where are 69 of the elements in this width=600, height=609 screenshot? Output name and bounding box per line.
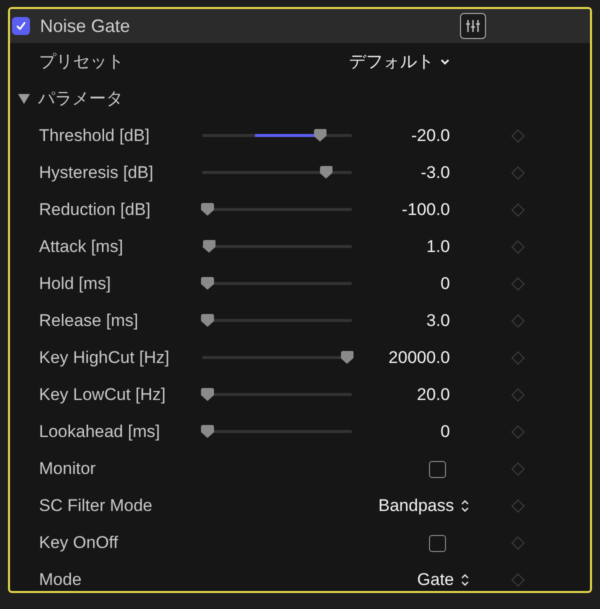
parameter-value[interactable]: -3.0 [420, 162, 450, 183]
preset-label: プリセット [38, 51, 125, 74]
slider-thumb[interactable] [202, 240, 216, 253]
slider[interactable] [202, 314, 352, 328]
chevron-down-icon [440, 58, 450, 66]
keyframe-icon [511, 314, 525, 328]
up-down-chevron-icon [460, 573, 470, 588]
parameters-disclosure[interactable]: パラメータ [10, 87, 123, 110]
slider-thumb[interactable] [320, 166, 332, 179]
keyframe-icon [511, 166, 525, 180]
popup-menu[interactable]: Bandpass [378, 496, 470, 516]
parameter-label: SC Filter Mode [38, 496, 154, 516]
slider-thumb[interactable] [201, 388, 214, 401]
slider[interactable] [202, 202, 352, 217]
keyframe-icon [511, 240, 525, 254]
parameter-label: Attack [ms] [38, 236, 124, 257]
slider[interactable] [202, 388, 352, 402]
preset-dropdown[interactable]: デフォルト [349, 50, 450, 74]
slider[interactable] [202, 166, 352, 180]
keyframe-icon [511, 388, 525, 402]
parameter-value[interactable]: 1.0 [426, 236, 450, 257]
parameter-label: Reduction [dB] [38, 200, 152, 220]
parameter-label: Lookahead [ms] [38, 422, 161, 442]
slider[interactable] [202, 240, 352, 254]
keyframe-icon [511, 276, 525, 291]
parameter-label: Hysteresis [dB] [38, 162, 154, 183]
slider-thumb[interactable] [201, 424, 214, 438]
checkmark-icon [15, 20, 27, 32]
slider[interactable] [202, 276, 352, 291]
slider-thumb[interactable] [201, 314, 214, 327]
keyframe-icon [511, 462, 525, 476]
slider-thumb[interactable] [201, 202, 214, 216]
keyframe-icon [511, 128, 525, 143]
slider[interactable] [202, 350, 352, 365]
slider-thumb[interactable] [314, 128, 326, 142]
parameter-value[interactable]: 3.0 [426, 310, 450, 331]
parameter-label: Hold [ms] [38, 274, 112, 294]
keyframe-icon [511, 573, 525, 588]
checkbox[interactable] [429, 534, 446, 552]
parameter-label: Monitor [38, 459, 97, 480]
popup-menu[interactable]: Gate [417, 570, 470, 590]
parameter-label: Mode [38, 570, 83, 590]
parameter-value[interactable]: -20.0 [411, 126, 450, 146]
effect-title: Noise Gate [40, 16, 132, 36]
parameter-label: Key HighCut [Hz] [38, 348, 170, 368]
enable-checkbox[interactable] [12, 17, 30, 35]
slider[interactable] [202, 128, 352, 143]
parameter-label: Release [ms] [38, 310, 140, 331]
up-down-chevron-icon [460, 499, 470, 514]
parameter-value[interactable]: -100.0 [402, 200, 450, 220]
parameter-label: Key OnOff [38, 533, 120, 554]
parameter-value[interactable]: 0 [440, 422, 450, 442]
parameter-label: Key LowCut [Hz] [38, 384, 167, 405]
slider-thumb[interactable] [340, 350, 354, 364]
equalizer-button[interactable] [460, 13, 486, 39]
keyframe-icon [511, 202, 525, 217]
keyframe-icon [511, 536, 525, 550]
keyframe-icon [511, 499, 525, 514]
parameter-value[interactable]: 0 [440, 274, 450, 294]
parameter-value[interactable]: 20.0 [416, 384, 450, 405]
disclosure-triangle-icon [18, 94, 30, 104]
parameter-value[interactable]: 20000.0 [388, 348, 450, 368]
checkbox[interactable] [429, 460, 446, 478]
keyframe-icon [511, 350, 525, 365]
slider-thumb[interactable] [201, 276, 214, 290]
sliders-icon [464, 17, 482, 35]
keyframe-icon [511, 424, 525, 439]
parameter-label: Threshold [dB] [38, 126, 151, 146]
slider[interactable] [202, 424, 352, 439]
